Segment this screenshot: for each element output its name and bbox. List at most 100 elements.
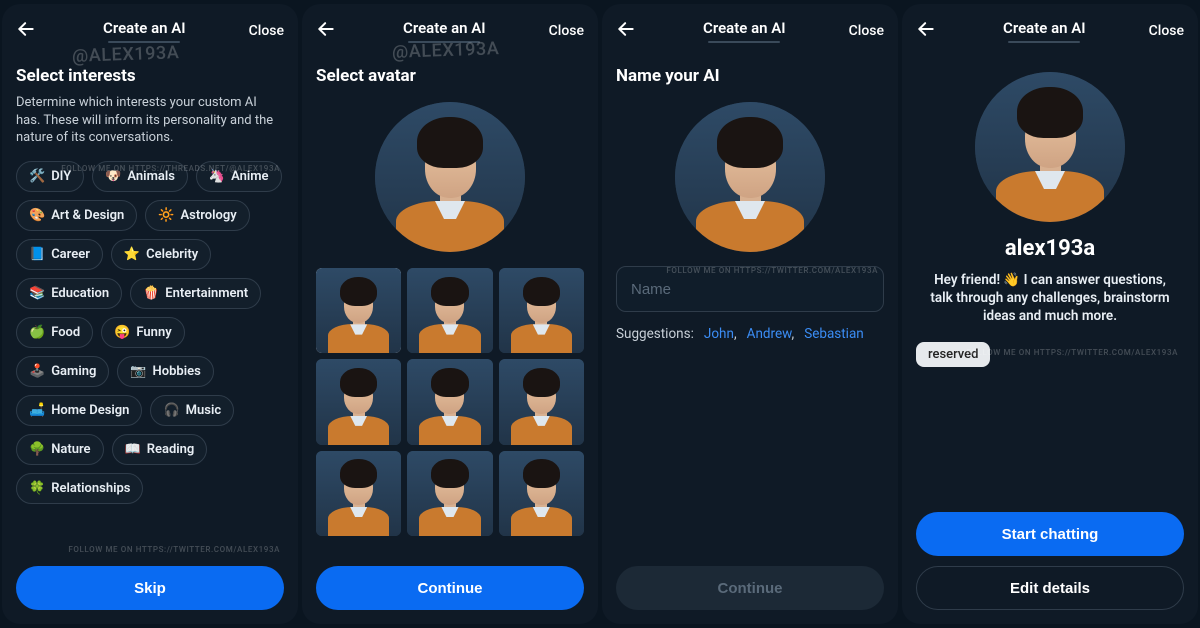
ai-name: alex193a xyxy=(916,236,1184,261)
watermark-twitter: FOLLOW ME ON HTTPS://TWITTER.COM/ALEX193… xyxy=(666,266,878,275)
edit-details-button[interactable]: Edit details xyxy=(916,566,1184,610)
chip-label: Music xyxy=(186,403,221,418)
watermark-threads: FOLLOW ME ON HTTPS://THREADS.NET/@ALEX19… xyxy=(61,164,280,173)
avatar-option[interactable] xyxy=(316,359,401,444)
interest-chip[interactable]: 🔆Astrology xyxy=(145,200,249,231)
avatar-option[interactable] xyxy=(499,451,584,536)
chip-label: Career xyxy=(51,247,90,262)
header: Create an AI Close xyxy=(916,14,1184,48)
interest-chip[interactable]: 📖 Reading xyxy=(112,434,208,465)
section-description: Determine which interests your custom AI… xyxy=(16,94,284,147)
chip-label: Nature xyxy=(51,442,90,457)
chip-label: Food xyxy=(51,325,80,340)
chip-emoji-icon: 🎧 xyxy=(163,403,179,418)
watermark-twitter: FOLLOW ME ON HTTPS://TWITTER.COM/ALEX193… xyxy=(68,545,280,554)
back-icon[interactable] xyxy=(616,19,640,44)
interest-chip[interactable]: 🍿 Entertainment xyxy=(130,278,261,309)
interest-chip[interactable]: 📘Career xyxy=(16,239,103,270)
interest-chip[interactable]: 🕹️ Gaming xyxy=(16,356,109,387)
suggestion-link[interactable]: Andrew xyxy=(747,326,792,342)
chip-emoji-icon: 🍿 xyxy=(143,286,159,301)
ai-intro: Hey friend! 👋 I can answer questions, ta… xyxy=(916,271,1184,326)
close-button[interactable]: Close xyxy=(1149,23,1184,39)
back-icon[interactable] xyxy=(316,19,340,44)
interest-chip[interactable]: 🍏 Food xyxy=(16,317,93,348)
interest-chip[interactable]: ⭐ Celebrity xyxy=(111,239,211,270)
interest-chip[interactable]: 😜 Funny xyxy=(101,317,184,348)
back-icon[interactable] xyxy=(16,19,40,44)
chip-label: Home Design xyxy=(51,403,129,418)
interest-chip[interactable]: 📚 Education xyxy=(16,278,122,309)
chip-emoji-icon: 🍏 xyxy=(29,325,45,340)
start-chatting-button[interactable]: Start chatting xyxy=(916,512,1184,556)
interest-chips: 🛠️DIY🐶Animals🦄Anime🎨Art & Design🔆Astrolo… xyxy=(16,161,284,504)
chip-emoji-icon: 🛠️ xyxy=(29,169,45,184)
watermark-handle: @ALEX193A xyxy=(72,42,180,67)
chip-label: Funny xyxy=(136,325,171,340)
avatar-option[interactable] xyxy=(499,359,584,444)
header-title: Create an AI xyxy=(1003,19,1086,37)
avatar-preview xyxy=(675,102,825,252)
avatar-option[interactable] xyxy=(407,268,492,353)
chip-emoji-icon: 😜 xyxy=(114,325,130,340)
section-title: Select avatar xyxy=(316,66,584,86)
interest-chip[interactable]: 🍀 Relationships xyxy=(16,473,143,504)
chip-label: Celebrity xyxy=(146,247,198,262)
close-button[interactable]: Close xyxy=(849,23,884,39)
selected-avatar xyxy=(375,102,525,252)
continue-button[interactable]: Continue xyxy=(316,566,584,610)
section-title: Select interests xyxy=(16,66,284,86)
header-title: Create an AI xyxy=(703,19,786,37)
chip-emoji-icon: ⭐ xyxy=(124,247,140,262)
chip-emoji-icon: 📚 xyxy=(29,286,45,301)
suggestions-label: Suggestions: xyxy=(616,326,694,342)
continue-button: Continue xyxy=(616,566,884,610)
suggestions-row: Suggestions: John, Andrew, Sebastian xyxy=(616,326,884,342)
chip-label: Entertainment xyxy=(165,286,248,301)
close-button[interactable]: Close xyxy=(249,23,284,39)
avatar-option[interactable] xyxy=(499,268,584,353)
screen-interests: Create an AI Close @ALEX193A Select inte… xyxy=(2,4,298,624)
interest-chip[interactable]: 🛋️ Home Design xyxy=(16,395,142,426)
chip-label: Relationships xyxy=(51,481,130,496)
header-title: Create an AI xyxy=(103,19,186,37)
suggestion-link[interactable]: Sebastian xyxy=(804,326,864,342)
header-underline xyxy=(708,41,780,43)
chip-emoji-icon: 🎨 xyxy=(29,208,45,223)
chip-label: Gaming xyxy=(51,364,96,379)
watermark-twitter: FOLLOW ME ON HTTPS://TWITTER.COM/ALEX193… xyxy=(966,348,1178,357)
close-button[interactable]: Close xyxy=(549,23,584,39)
back-icon[interactable] xyxy=(916,19,940,44)
chip-label: Hobbies xyxy=(153,364,201,379)
header: Create an AI Close xyxy=(616,14,884,48)
chip-emoji-icon: 📖 xyxy=(125,442,141,457)
screen-avatar: Create an AI Close @ALEX193A Select avat… xyxy=(302,4,598,624)
chip-emoji-icon: 🍀 xyxy=(29,481,45,496)
avatar-option[interactable] xyxy=(316,451,401,536)
section-title: Name your AI xyxy=(616,66,884,86)
avatar-option[interactable] xyxy=(407,451,492,536)
chip-label: Reading xyxy=(147,442,195,457)
chip-label: Education xyxy=(51,286,109,301)
interest-chip[interactable]: 🎨 Art & Design xyxy=(16,200,137,231)
avatar-preview xyxy=(975,72,1125,222)
screen-summary: Create an AI Close alex193a Hey friend! … xyxy=(902,4,1198,624)
screen-name: Create an AI Close Name your AI FOLLOW M… xyxy=(602,4,898,624)
chip-emoji-icon: 🔆 xyxy=(158,208,174,223)
avatar-grid xyxy=(316,268,584,536)
chip-emoji-icon: 🕹️ xyxy=(29,364,45,379)
chip-emoji-icon: 🛋️ xyxy=(29,403,45,418)
header-title: Create an AI xyxy=(403,19,486,37)
header-underline xyxy=(1008,41,1080,43)
suggestion-link[interactable]: John xyxy=(704,326,734,342)
chip-emoji-icon: 🌳 xyxy=(29,442,45,457)
skip-button[interactable]: Skip xyxy=(16,566,284,610)
interest-chip[interactable]: 🎧 Music xyxy=(150,395,234,426)
avatar-option[interactable] xyxy=(316,268,401,353)
interest-chip[interactable]: 🌳 Nature xyxy=(16,434,104,465)
watermark-handle: @ALEX193A xyxy=(392,38,500,63)
avatar-option[interactable] xyxy=(407,359,492,444)
chip-label: Art & Design xyxy=(51,208,124,223)
interest-chip[interactable]: 📷 Hobbies xyxy=(117,356,213,387)
chip-emoji-icon: 📷 xyxy=(130,364,146,379)
